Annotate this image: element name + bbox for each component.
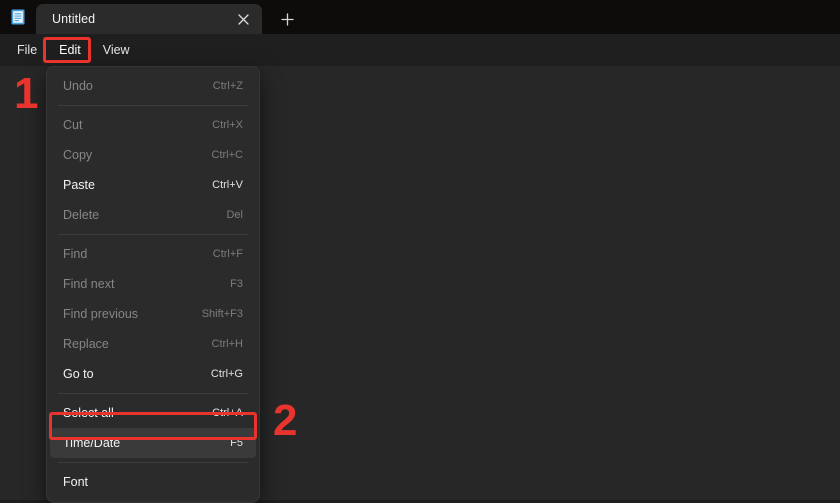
menu-item-find-next[interactable]: Find next F3 [47,269,259,299]
menu-item-replace-label: Replace [63,337,109,351]
menu-item-go-to-label: Go to [63,367,94,381]
menu-separator [58,234,248,235]
menu-item-select-all-label: Select all [63,406,114,420]
menu-item-copy-label: Copy [63,148,93,162]
menu-item-delete-shortcut: Del [226,209,243,221]
menubar-item-edit-label: Edit [59,43,81,57]
menu-item-find[interactable]: Find Ctrl+F [47,239,259,269]
tab-untitled[interactable]: Untitled [36,4,262,34]
menu-item-find-next-label: Find next [63,277,115,291]
tab-title: Untitled [52,12,96,26]
menu-item-find-previous-label: Find previous [63,307,139,321]
menubar-item-view[interactable]: View [92,37,141,63]
menu-item-paste[interactable]: Paste Ctrl+V [47,170,259,200]
menu-item-time-date-shortcut: F5 [230,437,243,449]
menubar-item-file-label: File [17,43,38,57]
menu-item-replace-shortcut: Ctrl+H [211,338,243,350]
menu-item-find-previous-shortcut: Shift+F3 [201,308,243,320]
menu-item-cut-label: Cut [63,118,83,132]
menu-separator [58,462,248,463]
menu-item-copy-shortcut: Ctrl+C [211,149,243,161]
menu-item-copy[interactable]: Copy Ctrl+C [47,140,259,170]
menu-separator [58,105,248,106]
menu-item-find-next-shortcut: F3 [230,278,243,290]
menu-item-delete[interactable]: Delete Del [47,200,259,230]
menu-item-paste-label: Paste [63,178,95,192]
menu-bar: File Edit View [0,34,840,66]
tab-strip: Untitled [36,4,302,34]
menu-item-undo[interactable]: Undo Ctrl+Z [47,71,259,101]
menu-item-cut[interactable]: Cut Ctrl+X [47,110,259,140]
menu-item-go-to[interactable]: Go to Ctrl+G [47,359,259,389]
menu-item-time-date[interactable]: Time/Date F5 [50,428,256,458]
menubar-item-view-label: View [102,43,130,57]
menu-item-cut-shortcut: Ctrl+X [212,119,243,131]
menu-item-go-to-shortcut: Ctrl+G [210,368,243,380]
menu-item-select-all-shortcut: Ctrl+A [212,407,243,419]
notepad-window: Untitled File Edit View Undo Ctrl+Z Cut … [0,0,840,503]
menu-item-find-previous[interactable]: Find previous Shift+F3 [47,299,259,329]
new-tab-button[interactable] [272,4,302,34]
notepad-document-icon [9,8,27,26]
close-icon[interactable] [232,8,254,30]
menu-item-find-shortcut: Ctrl+F [212,248,243,260]
edit-dropdown-menu: Undo Ctrl+Z Cut Ctrl+X Copy Ctrl+C Paste… [46,66,260,503]
menu-item-replace[interactable]: Replace Ctrl+H [47,329,259,359]
menubar-item-edit[interactable]: Edit [48,37,92,63]
title-bar: Untitled [0,0,840,34]
menu-item-select-all[interactable]: Select all Ctrl+A [47,398,259,428]
menu-item-time-date-label: Time/Date [63,436,121,450]
menu-item-find-label: Find [63,247,88,261]
menu-item-undo-label: Undo [63,79,93,93]
menubar-item-file[interactable]: File [6,37,48,63]
menu-item-undo-shortcut: Ctrl+Z [212,80,243,92]
menu-item-delete-label: Delete [63,208,100,222]
menu-separator [58,393,248,394]
menu-item-paste-shortcut: Ctrl+V [212,179,243,191]
menu-item-font[interactable]: Font [47,467,259,497]
menu-item-font-label: Font [63,475,89,489]
